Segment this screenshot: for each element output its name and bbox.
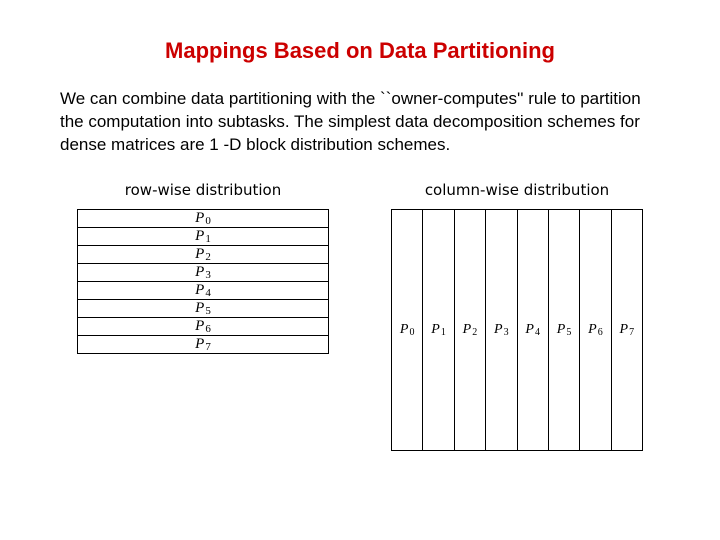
col-strip: P5 [548,210,579,450]
col-strip: P7 [611,210,642,450]
proc-symbol: P [494,322,503,338]
row-strip: P5 [78,299,328,317]
proc-symbol: P [195,264,204,281]
proc-symbol: P [400,322,409,338]
proc-symbol: P [557,322,566,338]
col-strip: P2 [454,210,485,450]
row-strip: P4 [78,281,328,299]
col-strip: P4 [517,210,548,450]
rowwise-diagram: row-wise distribution P0 P1 P2 P3 P4 P5 … [66,181,340,451]
proc-symbol: P [195,246,204,263]
row-strip: P6 [78,317,328,335]
slide: Mappings Based on Data Partitioning We c… [0,0,720,540]
colwise-caption: column-wise distribution [425,181,609,199]
proc-index: 4 [205,287,211,299]
col-strip: P1 [422,210,453,450]
proc-symbol: P [588,322,597,338]
proc-index: 2 [472,327,477,338]
proc-symbol: P [431,322,440,338]
slide-title: Mappings Based on Data Partitioning [60,38,660,64]
proc-symbol: P [195,336,204,353]
proc-symbol: P [195,300,204,317]
row-strip: P7 [78,335,328,353]
col-strip: P0 [392,210,422,450]
proc-index: 7 [629,327,634,338]
row-strip: P2 [78,245,328,263]
proc-index: 6 [205,323,211,335]
proc-index: 1 [205,233,211,245]
body-paragraph: We can combine data partitioning with th… [60,88,660,157]
proc-index: 3 [504,327,509,338]
row-strip: P1 [78,227,328,245]
col-strip: P3 [485,210,516,450]
col-strip: P6 [579,210,610,450]
colwise-diagram: column-wise distribution P0 P1 P2 P3 P4 … [380,181,654,451]
proc-symbol: P [620,322,629,338]
proc-index: 6 [598,327,603,338]
proc-index: 5 [566,327,571,338]
rowwise-matrix: P0 P1 P2 P3 P4 P5 P6 P7 [77,209,329,354]
proc-symbol: P [525,322,534,338]
proc-index: 1 [441,327,446,338]
proc-index: 0 [409,327,414,338]
proc-index: 2 [205,251,211,263]
rowwise-caption: row-wise distribution [125,181,281,199]
proc-index: 4 [535,327,540,338]
proc-symbol: P [195,282,204,299]
proc-symbol: P [195,228,204,245]
proc-symbol: P [195,318,204,335]
proc-index: 5 [205,305,211,317]
proc-index: 7 [205,341,211,353]
diagrams-container: row-wise distribution P0 P1 P2 P3 P4 P5 … [60,181,660,451]
row-strip: P3 [78,263,328,281]
proc-index: 3 [205,269,211,281]
row-strip: P0 [78,210,328,227]
colwise-matrix: P0 P1 P2 P3 P4 P5 P6 P7 [391,209,643,451]
proc-symbol: P [195,210,204,227]
proc-index: 0 [205,215,211,227]
proc-symbol: P [463,322,472,338]
